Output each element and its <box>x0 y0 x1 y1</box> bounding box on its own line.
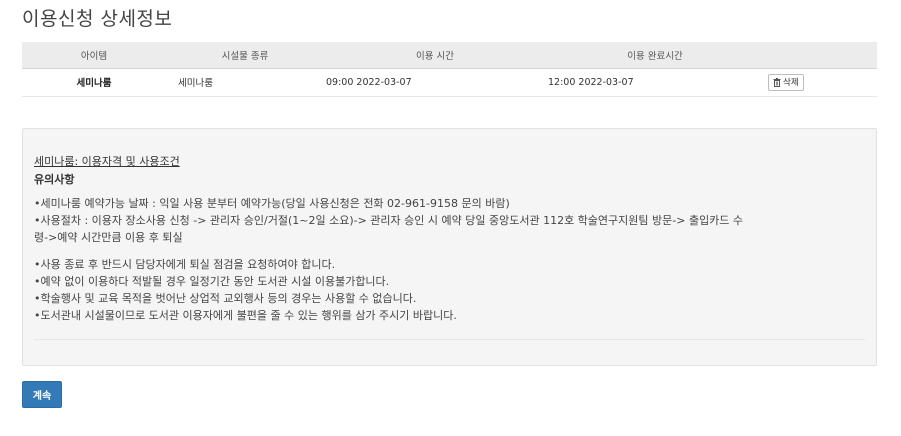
rule-item: •학술행사 및 교육 목적을 벗어난 상업적 교외행사 등의 경우는 사용할 수… <box>34 292 417 305</box>
trash-icon <box>773 77 781 87</box>
conditions-link[interactable]: 세미나룸: 이용자격 및 사용조건 <box>34 153 180 169</box>
reservation-table: 아이템 시설물 종류 이용 시간 이용 완료시간 세미나룸 세미나룸 09:00… <box>22 42 877 97</box>
rule-item: 령->예약 시간만큼 이용 후 퇴실 <box>34 231 183 244</box>
rule-item: •사용절차 : 이용자 장소사용 신청 -> 관리자 승인/거절(1~2일 소요… <box>34 214 744 227</box>
item-cell: 세미나룸 <box>22 68 166 97</box>
end-time-cell: 12:00 2022-03-07 <box>546 68 764 97</box>
header-item: 아이템 <box>22 42 166 69</box>
info-panel: 세미나룸: 이용자격 및 사용조건 유의사항 •세미나룸 예약가능 날짜 : 익… <box>22 128 877 366</box>
facility-type-cell: 세미나룸 <box>166 68 324 97</box>
continue-button[interactable]: 계속 <box>22 381 62 408</box>
header-start-time: 이용 시간 <box>324 42 546 69</box>
start-time-cell: 09:00 2022-03-07 <box>324 68 546 97</box>
notice-heading: 유의사항 <box>34 173 75 186</box>
table-row: 세미나룸 세미나룸 09:00 2022-03-07 12:00 2022-03… <box>22 68 877 97</box>
actions-cell: 삭제 <box>764 68 877 97</box>
rule-item: •세미나룸 예약가능 날짜 : 익일 사용 분부터 예약가능(당일 사용신청은 … <box>34 197 510 210</box>
header-actions <box>764 42 877 69</box>
delete-button[interactable]: 삭제 <box>768 73 804 91</box>
header-end-time: 이용 완료시간 <box>546 42 764 69</box>
table-header-row: 아이템 시설물 종류 이용 시간 이용 완료시간 <box>22 42 877 69</box>
rule-item: •도서관내 시설물이므로 도서관 이용자에게 불편을 줄 수 있는 행위를 삼가… <box>34 309 457 322</box>
panel-divider <box>34 339 865 340</box>
page-title: 이용신청 상세정보 <box>22 8 173 30</box>
rule-item: •예약 없이 이용하다 적발될 경우 일정기간 동안 도서관 시설 이용불가합니… <box>34 275 390 288</box>
rule-item: •사용 종료 후 반드시 담당자에게 퇴실 점검을 요청하여야 합니다. <box>34 258 336 271</box>
delete-label: 삭제 <box>783 78 799 88</box>
header-facility-type: 시설물 종류 <box>166 42 324 69</box>
rules-list: •세미나룸 예약가능 날짜 : 익일 사용 분부터 예약가능(당일 사용신청은 … <box>34 195 864 324</box>
rule-spacer <box>34 246 864 256</box>
